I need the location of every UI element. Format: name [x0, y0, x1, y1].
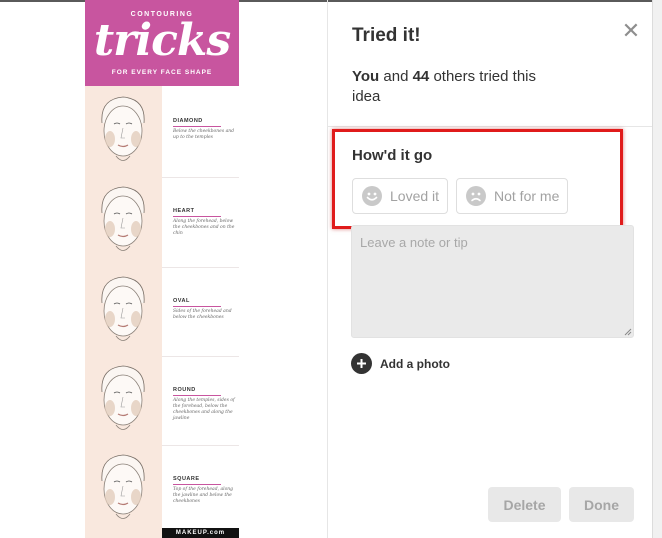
scrollbar-track[interactable] [652, 0, 662, 538]
face-shape-description: Sides of the forehead and below the chee… [173, 309, 232, 320]
face-shape-label: ROUND [173, 387, 196, 393]
label-underline [173, 395, 221, 396]
panel-title: Tried it! [352, 25, 421, 46]
highlight-annotation-box [332, 129, 623, 229]
add-photo-label: Add a photo [380, 356, 450, 371]
face-shape-description: Below the cheekbones and up to the templ… [173, 129, 235, 140]
face-shape-label: DIAMOND [173, 118, 203, 124]
face-shape-description: Along the temples, sides of the forehead… [173, 398, 235, 421]
tried-you: You [352, 68, 380, 85]
face-shape-description: Along the forehead, below the cheekbones… [173, 219, 235, 236]
pin-header-title: tricks [93, 15, 231, 66]
row-divider [162, 177, 239, 178]
tried-rest: others tried this idea [352, 68, 536, 105]
pin-header-banner: CONTOURING tricks FOR EVERY FACE SHAPE [85, 0, 239, 86]
face-illustration [101, 96, 145, 161]
face-illustration [101, 186, 145, 251]
tried-and: and [383, 68, 409, 85]
brand-logo: MAKEUP.com [162, 528, 239, 538]
label-underline [173, 484, 221, 485]
note-textarea[interactable] [351, 225, 634, 338]
face-shape-description: Top of the forehead, along the jawline a… [173, 487, 234, 504]
plus-icon [351, 353, 372, 374]
row-divider [162, 267, 239, 268]
row-divider [162, 356, 239, 357]
section-divider [328, 126, 652, 127]
close-icon[interactable]: ✕ [620, 20, 642, 42]
pin-header-subtitle: FOR EVERY FACE SHAPE [111, 69, 213, 76]
tried-count: 44 [412, 68, 430, 85]
label-underline [173, 306, 221, 307]
face-shape-label: SQUARE [173, 476, 200, 482]
label-underline [173, 126, 221, 127]
face-shape-label: HEART [173, 208, 195, 214]
face-shape-label: OVAL [173, 298, 190, 304]
delete-button[interactable]: Delete [488, 487, 561, 522]
face-illustration [101, 276, 145, 341]
label-underline [173, 216, 221, 217]
row-divider [162, 445, 239, 446]
face-illustration [101, 365, 145, 430]
face-illustration [101, 454, 145, 519]
tried-count-text: You and 44 others tried this idea [352, 67, 552, 107]
add-photo-button[interactable]: Add a photo [351, 353, 450, 374]
done-button[interactable]: Done [569, 487, 634, 522]
resize-grip-icon[interactable] [624, 328, 632, 336]
panel-divider [327, 0, 328, 538]
